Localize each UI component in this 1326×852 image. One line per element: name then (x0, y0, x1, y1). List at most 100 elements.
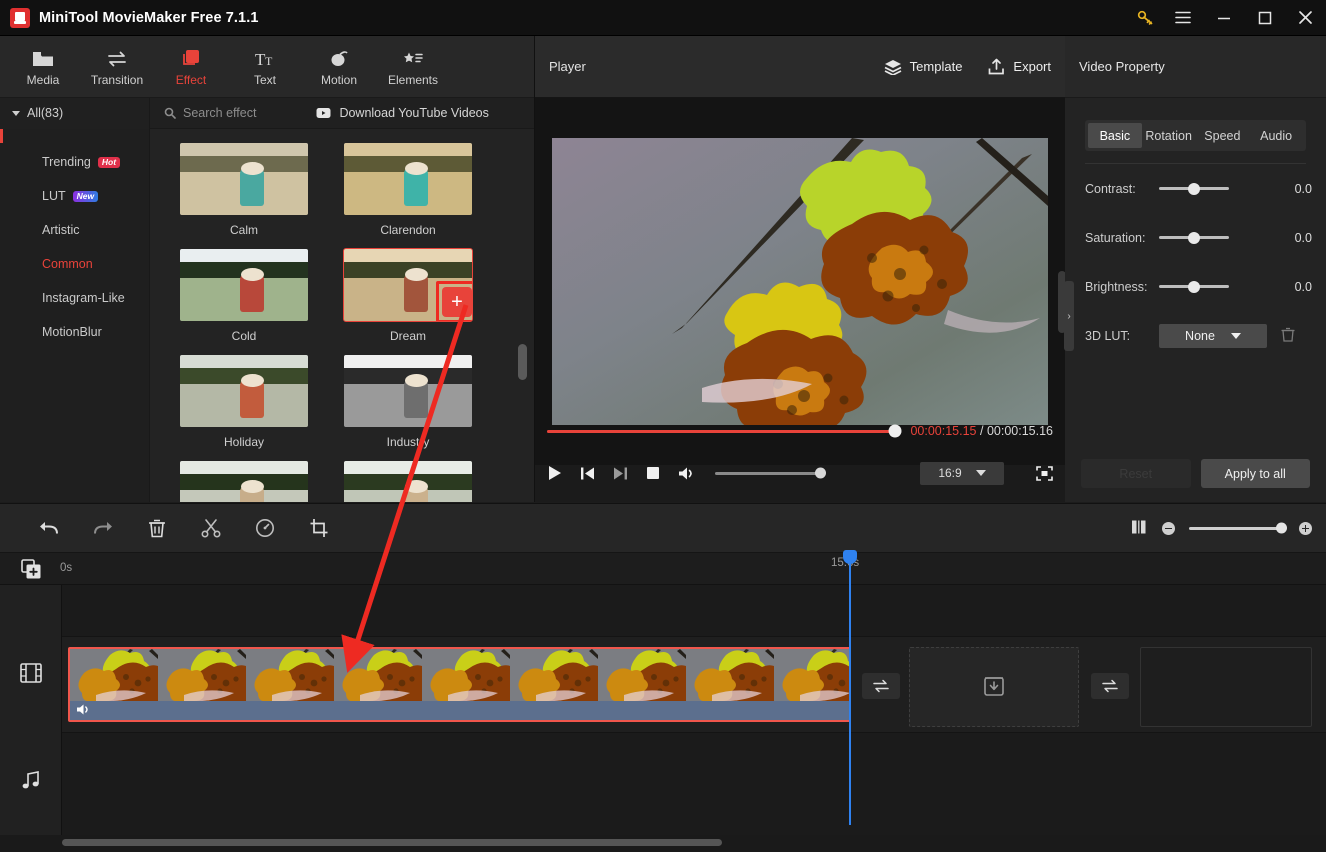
slider-handle[interactable] (1188, 182, 1200, 195)
overlay-track[interactable] (62, 585, 1326, 637)
slider-handle[interactable] (1188, 231, 1200, 244)
tab-elements[interactable]: Elements (376, 38, 450, 96)
property-slider[interactable] (1159, 182, 1229, 195)
crop-button[interactable] (292, 503, 346, 553)
video-preview[interactable] (552, 138, 1048, 425)
zoom-out-icon[interactable] (1162, 521, 1175, 535)
effect-thumbnail[interactable] (344, 143, 472, 215)
zoom-slider[interactable] (1189, 522, 1287, 534)
effect-thumbnail[interactable] (344, 461, 472, 502)
category-item-lut[interactable]: LUT New (0, 179, 149, 213)
apply-to-all-button[interactable]: Apply to all (1200, 459, 1310, 488)
tab-media[interactable]: Media (6, 38, 80, 96)
property-tab-rotation[interactable]: Rotation (1142, 123, 1196, 148)
redo-button[interactable] (76, 503, 130, 553)
property-tab-basic[interactable]: Basic (1088, 123, 1142, 148)
effect-thumbnail[interactable]: + (343, 248, 473, 322)
category-item-trending[interactable]: Trending Hot (0, 145, 149, 179)
category-item-motionblur[interactable]: MotionBlur (0, 315, 149, 349)
next-frame-icon[interactable] (613, 466, 628, 481)
play-icon[interactable] (547, 465, 562, 481)
clip-frame (598, 649, 686, 705)
volume-icon[interactable] (678, 466, 695, 481)
add-media-icon[interactable] (21, 559, 42, 583)
tab-transition[interactable]: Transition (80, 38, 154, 96)
reset-button[interactable]: Reset (1081, 459, 1191, 488)
undo-button[interactable] (22, 503, 76, 553)
previous-frame-icon[interactable] (580, 466, 595, 481)
effect-thumbnail[interactable] (180, 249, 308, 321)
stop-icon[interactable] (646, 466, 660, 480)
seek-handle[interactable] (888, 424, 902, 438)
lut-select[interactable]: None (1159, 323, 1267, 348)
trash-icon[interactable] (1281, 327, 1295, 345)
volume-slider[interactable] (715, 467, 826, 479)
export-button[interactable]: Export (988, 58, 1051, 75)
split-button[interactable] (184, 503, 238, 553)
playhead-handle[interactable] (843, 550, 857, 564)
timeline-ruler[interactable]: 0s 15.6s (0, 553, 1326, 585)
property-slider[interactable] (1159, 280, 1229, 293)
effect-item[interactable] (344, 461, 472, 502)
tab-media-label: Media (26, 72, 60, 87)
effect-item-clarendon[interactable]: Clarendon (344, 143, 472, 237)
category-item-common[interactable]: Common (0, 247, 149, 281)
music-note-icon[interactable] (0, 770, 62, 790)
maximize-icon[interactable] (1244, 0, 1285, 36)
template-button[interactable]: Template (884, 59, 962, 75)
search-input[interactable]: Search effect (150, 106, 256, 120)
download-youtube-videos-link[interactable]: Download YouTube Videos (316, 106, 489, 120)
speaker-icon[interactable] (76, 703, 91, 719)
property-tab-speed[interactable]: Speed (1196, 123, 1250, 148)
effect-item-holiday[interactable]: Holiday (180, 355, 308, 449)
delete-button[interactable] (130, 503, 184, 553)
effect-thumbnail[interactable] (180, 461, 308, 502)
search-icon (164, 107, 176, 119)
speed-button[interactable] (238, 503, 292, 553)
fit-to-screen-icon[interactable] (1130, 519, 1148, 538)
media-drop-slot-1[interactable] (909, 647, 1079, 727)
effect-item-cold[interactable]: Cold (180, 249, 308, 343)
tab-effect-label: Effect (175, 72, 207, 87)
transition-slot-2[interactable] (1091, 673, 1129, 699)
film-strip-icon[interactable] (0, 663, 62, 683)
zoom-in-icon[interactable] (1299, 521, 1312, 535)
video-track[interactable] (62, 637, 1326, 733)
effect-item-industry[interactable]: Industry (344, 355, 472, 449)
transition-slot-1[interactable] (862, 673, 900, 699)
player-progress-row: 00:00:15.15 / 00:00:15.16 (535, 418, 1065, 444)
tab-text[interactable]: TT Text (228, 38, 302, 96)
effect-thumbnail[interactable] (180, 355, 308, 427)
property-tab-audio[interactable]: Audio (1249, 123, 1303, 148)
seek-bar[interactable] (547, 424, 902, 438)
effect-item-calm[interactable]: Calm (180, 143, 308, 237)
category-item-artistic[interactable]: Artistic (0, 213, 149, 247)
zoom-handle[interactable] (1276, 522, 1287, 534)
minimize-icon[interactable] (1203, 0, 1244, 36)
tab-motion[interactable]: Motion (302, 38, 376, 96)
effect-thumbnail[interactable] (344, 355, 472, 427)
property-slider[interactable] (1159, 231, 1229, 244)
effect-thumbnail[interactable] (180, 143, 308, 215)
effects-scrollbar[interactable] (518, 344, 527, 380)
key-icon[interactable] (1128, 0, 1162, 36)
aspect-ratio-select[interactable]: 16:9 (920, 461, 1004, 485)
timeline-playhead[interactable] (843, 550, 857, 825)
category-item-instagram-like[interactable]: Instagram-Like (0, 281, 149, 315)
tab-effect[interactable]: Effect (154, 38, 228, 96)
property-label: Contrast: (1085, 181, 1136, 196)
effect-item-dream[interactable]: + Dream (343, 248, 473, 343)
effect-item[interactable] (180, 461, 308, 502)
audio-track[interactable] (62, 733, 1326, 835)
panel-collapse-handle[interactable]: › (1064, 281, 1074, 351)
slider-handle[interactable] (1188, 280, 1200, 293)
media-drop-slot-2[interactable] (1140, 647, 1312, 727)
category-dropdown[interactable]: All(83) (0, 97, 150, 129)
fullscreen-icon[interactable] (1036, 465, 1053, 481)
chevron-down-icon (12, 110, 20, 116)
volume-handle[interactable] (815, 467, 826, 479)
close-icon[interactable] (1285, 0, 1326, 36)
hamburger-menu-icon[interactable] (1162, 0, 1203, 36)
timeline-horizontal-scrollbar[interactable] (62, 839, 722, 846)
video-clip[interactable] (68, 647, 851, 722)
